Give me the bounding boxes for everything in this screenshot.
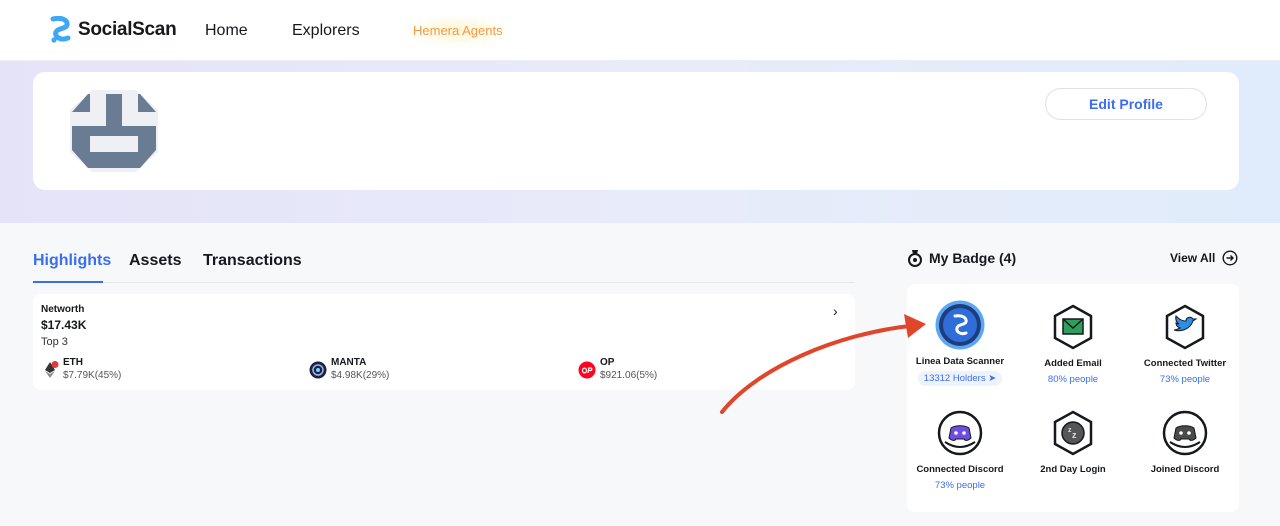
badge-linea-data-scanner[interactable]: Linea Data Scanner 13312 Holders ➤ [905,300,1015,386]
nav-hemera-agents-link[interactable]: Hemera Agents [404,15,512,47]
badge-joined-discord[interactable]: Joined Discord [1130,408,1240,475]
tab-assets[interactable]: Assets [129,252,181,270]
asset-value: $4.98K(29%) [331,370,390,381]
top-nav: SocialScan Home Explorers Hemera Agents [0,0,1280,61]
badge-holders-count: 13312 Holders [923,373,986,384]
badge-name: Joined Discord [1150,464,1220,475]
networth-label: Networth [41,304,85,315]
asset-name: OP [600,357,615,368]
badge-name: Added Email [1044,358,1102,369]
badge-panel: Linea Data Scanner 13312 Holders ➤ Added… [907,284,1239,512]
tab-transactions[interactable]: Transactions [203,252,302,270]
asset-value: $921.06(5%) [600,370,658,381]
my-badge-header: My Badge (4) [907,249,1016,267]
my-badge-title: My Badge (4) [929,250,1017,266]
nav-explorers-link[interactable]: Explorers [292,22,360,40]
badge-added-email[interactable]: Added Email 80% people [1018,302,1128,385]
badge-name: Connected Discord [916,464,1004,475]
badge-connected-twitter[interactable]: Connected Twitter 73% people [1130,302,1240,385]
chevron-right-icon[interactable]: › [833,303,838,319]
badge-name: Connected Twitter [1143,358,1227,369]
optimism-icon [578,361,596,379]
badge-2nd-day-login[interactable]: z z 2nd Day Login [1018,408,1128,475]
asset-name: ETH [63,357,83,368]
brand-name: SocialScan [78,19,177,40]
twitter-badge-icon [1165,304,1205,350]
asset-value: $7.79K(45%) [63,370,122,381]
arrow-right-circle-icon[interactable] [1222,250,1238,266]
view-all-link[interactable]: View All [1170,251,1215,265]
brand-logo[interactable]: SocialScan [48,16,177,44]
profile-tabs: Highlights Assets Transactions [33,249,855,283]
socialscan-logo-icon [50,16,71,43]
badge-connected-discord[interactable]: Connected Discord 73% people [905,408,1015,491]
nav-home-link[interactable]: Home [205,22,248,40]
manta-icon [309,361,327,379]
email-badge-icon [1053,304,1093,350]
badge-medal-icon [908,250,922,267]
edit-profile-button[interactable]: Edit Profile [1045,88,1207,120]
avatar [70,90,158,172]
tab-highlights[interactable]: Highlights [33,252,111,283]
discord-badge-icon [937,410,983,456]
asset-name: MANTA [331,357,367,368]
top-assets-label: Top 3 [41,336,68,348]
badge-people-percent: 73% people [1159,374,1211,385]
networth-value: $17.43K [41,318,87,332]
badge-name: Linea Data Scanner [915,356,1005,367]
sleep-badge-icon: z z [1053,410,1093,456]
badge-people-percent: 80% people [1047,374,1099,385]
badge-holders-pill[interactable]: 13312 Holders ➤ [917,371,1003,386]
badge-name: 2nd Day Login [1040,464,1106,475]
networth-card[interactable]: Networth $17.43K Top 3 › ETH $7.79K(45%)… [33,294,855,390]
badge-people-percent: 73% people [934,480,986,491]
eth-icon [45,361,59,378]
svg-text:z: z [1072,430,1077,440]
linea-data-scanner-badge-icon [935,300,985,350]
discord-gray-badge-icon [1162,410,1208,456]
